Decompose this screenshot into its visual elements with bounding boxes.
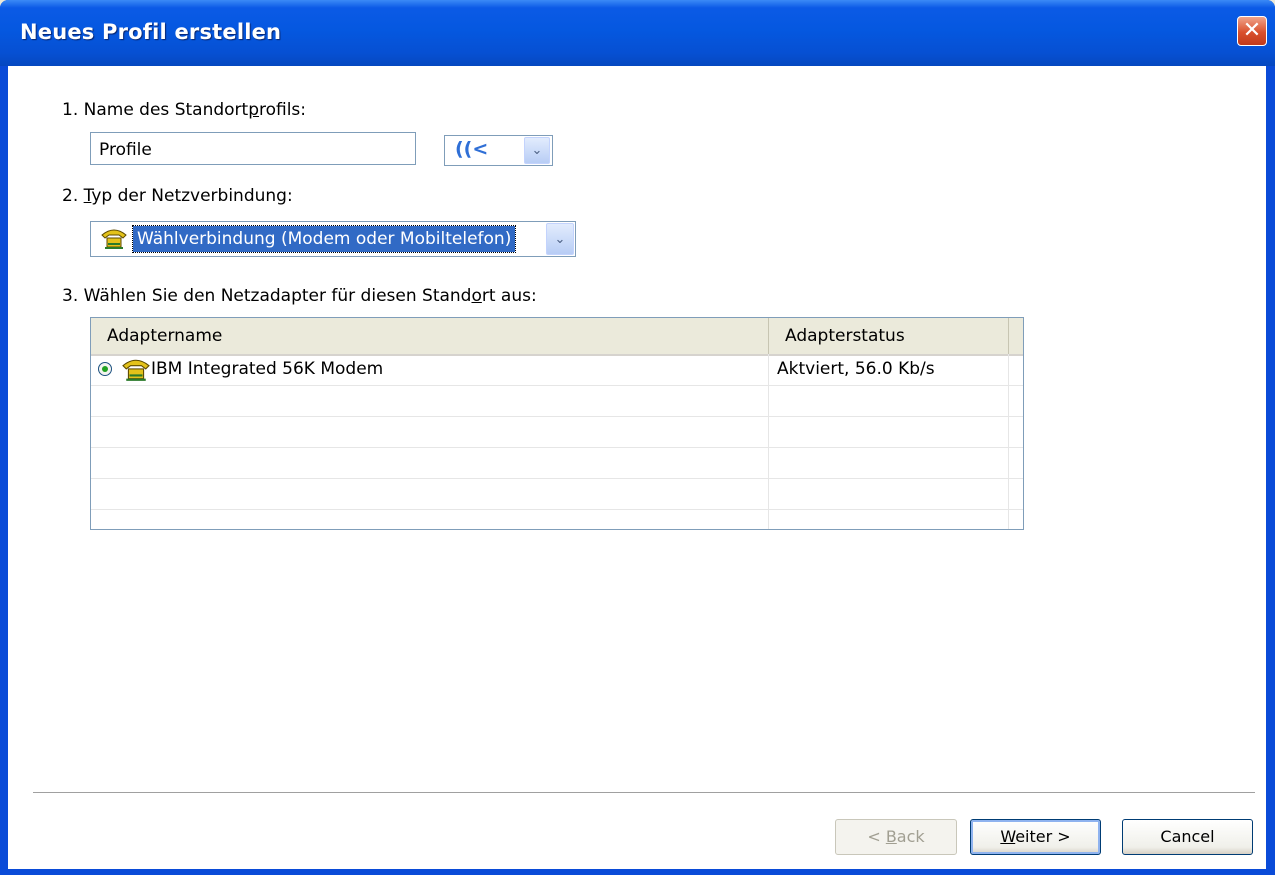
button-text: ack: [896, 827, 925, 846]
column-header-adaptername[interactable]: Adaptername: [91, 318, 769, 354]
table-row: [91, 448, 1023, 479]
profile-name-input[interactable]: Profile: [90, 132, 416, 165]
label-accelerator: o: [471, 286, 482, 306]
adapter-status: Aktviert, 56.0 Kb/s: [777, 359, 935, 379]
footer-divider: [33, 792, 1255, 794]
cancel-button[interactable]: Cancel: [1122, 819, 1253, 855]
dropdown-arrow-icon[interactable]: ⌄: [546, 223, 574, 255]
connection-type-label: 2. Typ der Netzverbindung:: [62, 186, 293, 206]
column-header-adapterstatus[interactable]: Adapterstatus: [769, 318, 1009, 354]
table-row: [91, 479, 1023, 510]
dialog-window: Neues Profil erstellen ✕ 1. Name des Sta…: [0, 0, 1275, 875]
label-text: 2.: [62, 186, 84, 206]
adapter-table: Adaptername Adapterstatus IBM Integrated…: [90, 317, 1024, 530]
network-profile-icon: ((<: [455, 138, 489, 160]
adapter-name: IBM Integrated 56K Modem: [151, 359, 384, 379]
title-bar[interactable]: Neues Profil erstellen ✕: [0, 0, 1275, 66]
close-button[interactable]: ✕: [1237, 16, 1267, 46]
connection-type-value: Wählverbindung (Modem oder Mobiltelefon): [131, 225, 517, 253]
label-text: rt aus:: [481, 286, 537, 306]
dialog-title: Neues Profil erstellen: [20, 20, 282, 44]
next-button[interactable]: Weiter >: [970, 819, 1101, 855]
label-text: 1. Name des Standort: [62, 100, 249, 120]
adapter-label: 3. Wählen Sie den Netzadapter für diesen…: [62, 286, 537, 306]
connection-type-dropdown[interactable]: Wählverbindung (Modem oder Mobiltelefon)…: [90, 221, 576, 257]
profile-icon-dropdown[interactable]: ((< ⌄: [444, 135, 553, 166]
modem-phone-icon: [101, 229, 127, 249]
button-accelerator: W: [1000, 827, 1016, 846]
back-button[interactable]: < Back: [835, 819, 957, 855]
button-text: eiter >: [1015, 827, 1071, 846]
button-text: <: [867, 827, 886, 846]
dropdown-arrow-icon[interactable]: ⌄: [524, 137, 550, 164]
profile-name-label: 1. Name des Standortprofils:: [62, 100, 306, 120]
table-row: [91, 417, 1023, 448]
dialog-body: 1. Name des Standortprofils: Profile ((<…: [8, 66, 1266, 869]
table-row: [91, 386, 1023, 417]
table-header: Adaptername Adapterstatus: [91, 318, 1023, 356]
label-text: 3. Wählen Sie den Netzadapter für diesen…: [62, 286, 472, 306]
close-icon: ✕: [1242, 18, 1262, 43]
label-text: yp der Netzverbindung:: [91, 186, 293, 206]
modem-phone-icon: [122, 359, 150, 381]
table-row[interactable]: IBM Integrated 56K Modem Aktviert, 56.0 …: [91, 355, 1023, 386]
label-accelerator: p: [248, 100, 259, 120]
button-accelerator: B: [885, 827, 897, 846]
radio-selected-icon[interactable]: [98, 362, 112, 376]
label-text: rofils:: [258, 100, 307, 120]
